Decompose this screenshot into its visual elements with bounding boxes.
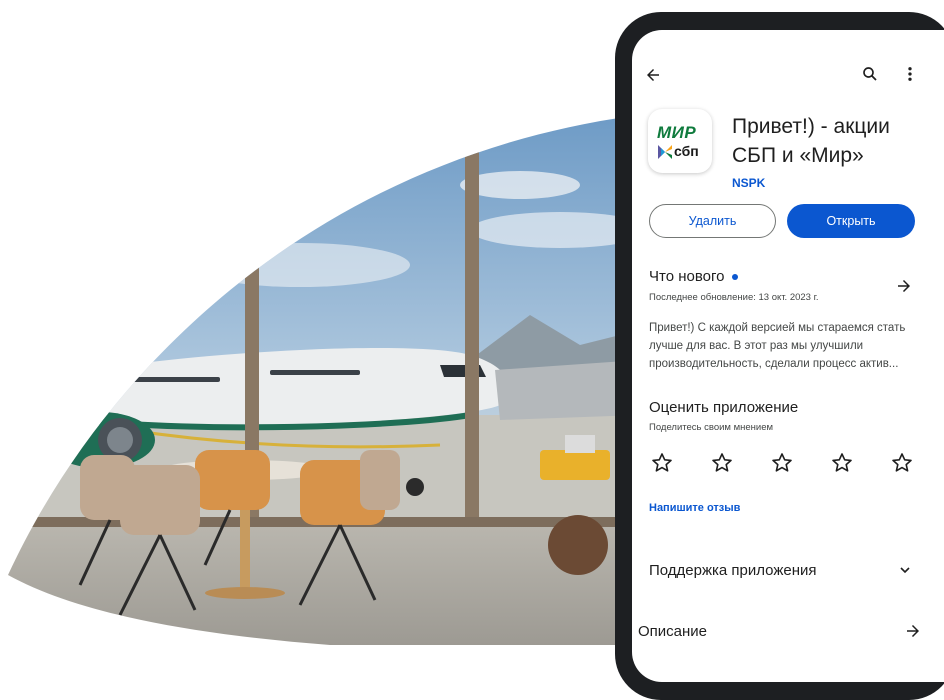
write-review-link[interactable]: Напишите отзыв [649, 502, 740, 514]
star-rating [650, 451, 944, 477]
star-icon[interactable] [830, 451, 854, 475]
new-indicator-dot [732, 273, 739, 280]
app-support-title[interactable]: Поддержка приложения [649, 562, 817, 579]
rate-app-title: Оценить приложение [649, 399, 799, 416]
airport-illustration [0, 115, 640, 645]
phone-screen: МИР сбп Привет!) - акции СБП и «Мир» NSP… [632, 30, 944, 682]
app-icon-sbp-text: сбп [674, 143, 699, 159]
more-vert-icon[interactable] [906, 65, 914, 83]
arrow-right-icon[interactable] [895, 277, 913, 295]
whats-new-text: Привет!) С каждой версией мы стараемся с… [649, 322, 906, 370]
arrow-left-icon[interactable] [644, 66, 662, 84]
whats-new-title: Что нового [649, 268, 725, 285]
sbp-logo-icon [658, 145, 672, 159]
airport-scene-image [0, 115, 640, 645]
rate-app-subtitle: Поделитесь своим мнением [649, 422, 774, 433]
whats-new-header[interactable]: Что нового [649, 268, 739, 285]
developer-link[interactable]: NSPK [732, 176, 765, 190]
star-icon[interactable] [770, 451, 794, 475]
star-icon[interactable] [890, 451, 914, 475]
description-title[interactable]: Описание [638, 623, 707, 640]
star-icon[interactable] [650, 451, 674, 475]
app-icon: МИР сбп [648, 109, 712, 173]
arrow-right-icon[interactable] [904, 622, 922, 640]
app-icon-mir-text: МИР [657, 123, 697, 142]
uninstall-button[interactable]: Удалить [649, 204, 776, 238]
search-icon[interactable] [861, 65, 879, 83]
last-updated-text: Последнее обновление: 13 окт. 2023 г. [649, 292, 819, 303]
star-icon[interactable] [710, 451, 734, 475]
app-title: Привет!) - акции СБП и «Мир» [732, 115, 890, 167]
open-button[interactable]: Открыть [787, 204, 915, 238]
chevron-down-icon[interactable] [897, 562, 913, 578]
